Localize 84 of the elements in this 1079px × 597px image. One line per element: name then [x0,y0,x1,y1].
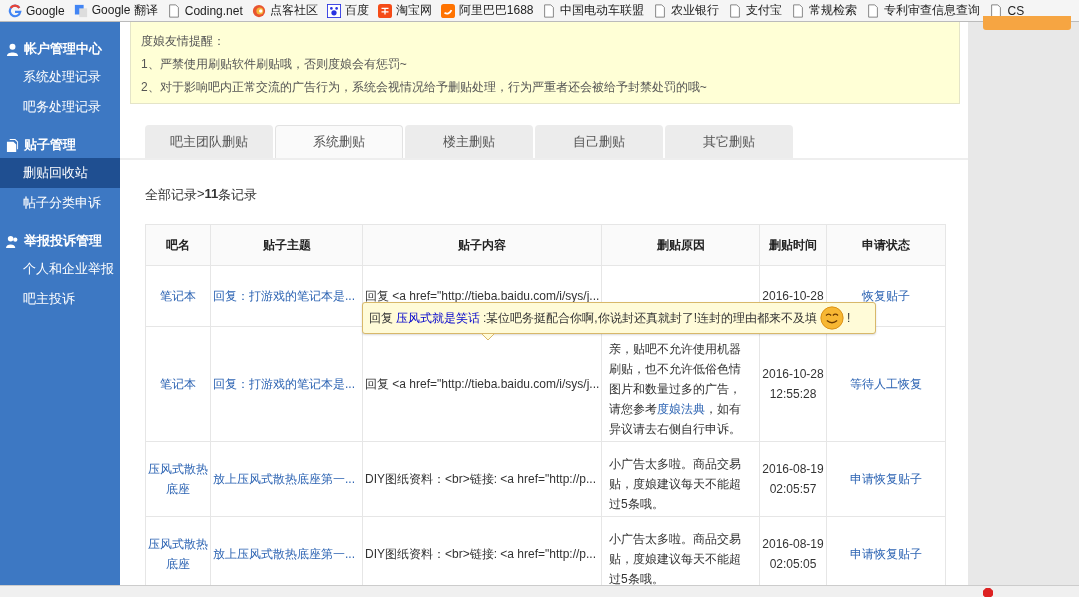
page-icon [653,3,668,18]
notice-line: 2、对于影响吧内正常交流的广告行为，系统会视情况给予删贴处理，行为严重者还会被给予封禁处罚的哦~ [141,79,708,96]
topic-link[interactable]: 放上压风式散热底座第一... [213,472,355,486]
bookmark-link[interactable]: Google 翻译 [73,2,158,19]
sidebar-item[interactable]: 吧务处理记录 [0,92,120,122]
record-label: 条记录 [218,186,258,204]
sidebar-item[interactable]: 吧主投诉 [0,284,120,314]
page-icon [866,3,881,18]
page-icon [791,3,806,18]
tab[interactable]: 吧主团队删贴 [145,125,273,158]
tooltip-message: :某位吧务挺配合你啊,你说封还真就封了!连封的理由都来不及填 [483,309,817,327]
notice-line: 1、严禁使用刷贴软件刷贴哦，否则度娘会有惩罚~ [141,56,408,73]
people-icon [6,234,19,248]
column-header: 删贴原因 [601,224,760,266]
tao-icon [377,3,392,18]
breadcrumb-root[interactable]: 全部记录 [145,186,197,204]
delete-time: 2016-10-28 12:55:28 [762,367,824,401]
delete-reason: 亲，贴吧不允许使用机器刷贴，也不允许低俗色情图片和数量过多的广告，请您参考度娘法典，如有异议请去右侧自行申诉。 [609,342,741,436]
bookmark-link[interactable]: Google [8,3,65,18]
status-link[interactable]: 等待人工恢复 [850,377,922,391]
status-link[interactable]: 恢复贴子 [862,289,910,303]
sidebar-item[interactable]: 个人和企业举报 [0,254,120,284]
bookmark-link[interactable]: 点客社区 [251,2,318,19]
rules-link[interactable]: 度娘法典 [657,402,705,416]
status-link[interactable]: 申请恢复贴子 [850,472,922,486]
breadcrumb-separator: > [197,186,205,203]
column-header: 申请状态 [826,224,946,266]
bookmark-link[interactable]: 中国电动车联盟 [542,2,645,19]
post-content: DIY图纸资料：<br>链接: <a href="http://p... [365,472,596,486]
tab[interactable]: 自己删贴 [535,125,663,158]
sidebar-item[interactable]: 帖子分类申诉 [0,188,120,218]
stop-sign-icon [983,588,993,597]
column-header: 贴子主题 [210,224,363,266]
sidebar-section-title: 贴子管理 [24,136,76,154]
ali-icon [440,3,455,18]
topic-link[interactable]: 回复：打游戏的笔记本是... [213,377,355,391]
paw-icon [326,3,341,18]
document-icon [6,138,19,152]
delete-reason: 小广告太多啦。商品交易贴，度娘建议每天不能超过5条哦。 [609,457,741,511]
g-logo-icon [8,3,22,18]
smiley-icon [820,306,844,330]
record-count: 11 [204,186,219,203]
page-icon [166,3,181,18]
bookmark-link[interactable]: 专利审查信息查询 [866,2,981,19]
page-icon [542,3,557,18]
bookmark-link[interactable]: 淘宝网 [377,2,432,19]
header-button[interactable] [983,16,1071,30]
bookmark-link[interactable]: 支付宝 [728,2,783,19]
bookmark-link[interactable]: 百度 [326,2,369,19]
delete-time: 2016-10-28 [762,289,824,303]
forum-link[interactable]: 笔记本 [160,374,196,394]
tab[interactable]: 其它删贴 [665,125,793,158]
sidebar-item[interactable]: 删贴回收站 [0,158,120,188]
column-header: 贴子内容 [362,224,602,266]
bookmark-link[interactable]: 阿里巴巴1688 [440,2,534,19]
sidebar-section-title: 举报投诉管理 [24,232,102,250]
column-header: 吧名 [145,224,211,266]
forum-link[interactable]: 笔记本 [160,286,196,306]
bookmark-link[interactable]: 农业银行 [653,2,720,19]
bookmark-link[interactable]: Coding.net [166,3,243,18]
page-icon [728,3,743,18]
delete-time: 2016-08-19 02:05:05 [762,537,824,571]
delete-time: 2016-08-19 02:05:57 [762,462,824,496]
bookmark-link[interactable]: CS [989,3,1025,18]
person-icon [6,42,19,56]
tooltip-end: ! [847,311,851,325]
swirl-icon [251,3,266,18]
translate-icon [73,3,88,18]
post-content: DIY图纸资料：<br>链接: <a href="http://p... [365,547,596,561]
tab[interactable]: 系统删贴 [275,125,403,158]
tab[interactable]: 楼主删贴 [405,125,533,158]
sidebar-item[interactable]: 系统处理记录 [0,62,120,92]
tooltip-prefix: 回复 [369,309,393,327]
bookmark-link[interactable]: 常规检索 [791,2,858,19]
sidebar-section-title: 帐户管理中心 [24,40,102,58]
column-header: 删贴时间 [759,224,827,266]
notice-title: 度娘友情提醒： [141,33,226,50]
user-link[interactable]: 压风式就是笑话 [396,309,480,327]
post-content: 回复 <a href="http://tieba.baidu.com/i/sys/j... [365,377,600,391]
post-content: 回复 <a href="http://tieba.baidu.com/i/sys/j... [365,289,600,303]
topic-link[interactable]: 放上压风式散热底座第一... [213,547,355,561]
page-icon [989,3,1004,18]
delete-reason: 小广告太多啦。商品交易贴，度娘建议每天不能超过5条哦。 [609,532,741,586]
status-link[interactable]: 申请恢复贴子 [850,547,922,561]
